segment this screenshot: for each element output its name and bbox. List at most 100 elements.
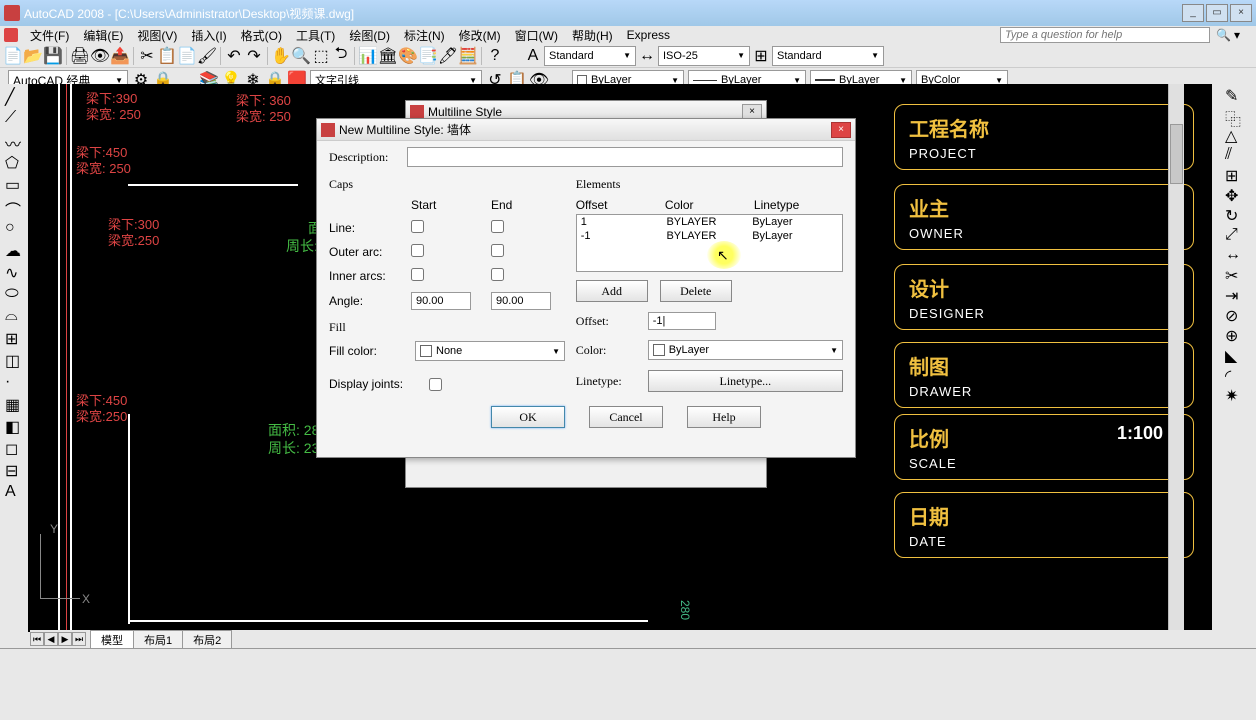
print-icon[interactable]: 🖨 xyxy=(71,47,89,65)
rotate-icon[interactable]: ↻ xyxy=(1225,206,1243,224)
tab-scroll-next[interactable]: ▶ xyxy=(58,632,72,646)
help-dropdown-icon[interactable]: ▾ xyxy=(1234,28,1248,42)
caps-line-end-checkbox[interactable] xyxy=(491,220,504,233)
menu-tools[interactable]: 工具(T) xyxy=(290,27,341,44)
redo-icon[interactable]: ↷ xyxy=(245,47,263,65)
erase-icon[interactable]: ✎ xyxy=(1225,86,1243,104)
zoom-previous-icon[interactable]: ⮌ xyxy=(332,47,350,65)
array-icon[interactable]: ⊞ xyxy=(1225,166,1243,184)
properties-icon[interactable]: 📊 xyxy=(359,47,377,65)
app-menu-icon[interactable] xyxy=(4,28,18,42)
menu-insert[interactable]: 插入(I) xyxy=(185,27,232,44)
textstyle-icon[interactable]: A xyxy=(524,47,542,65)
join-icon[interactable]: ⊕ xyxy=(1225,326,1243,344)
ok-button[interactable]: OK xyxy=(491,406,565,428)
scale-icon[interactable]: ⤢ xyxy=(1225,226,1243,244)
dim-style-combo[interactable]: ISO-25▼ xyxy=(658,46,750,66)
caps-angle-start-input[interactable] xyxy=(411,292,471,310)
xline-icon[interactable]: ⟋ xyxy=(5,109,23,127)
tab-layout1[interactable]: 布局1 xyxy=(133,630,183,649)
table-style-combo[interactable]: Standard▼ xyxy=(772,46,884,66)
elements-list[interactable]: 1 BYLAYER ByLayer -1 BYLAYER ByLayer xyxy=(576,214,843,272)
open-icon[interactable]: 📂 xyxy=(24,47,42,65)
menu-window[interactable]: 窗口(W) xyxy=(509,27,564,44)
caps-line-start-checkbox[interactable] xyxy=(411,220,424,233)
sheet-set-icon[interactable]: 📑 xyxy=(419,47,437,65)
ellipse-icon[interactable]: ⬭ xyxy=(5,285,23,303)
undo-icon[interactable]: ↶ xyxy=(225,47,243,65)
mtext-icon[interactable]: A xyxy=(5,483,23,501)
fillet-icon[interactable]: ◜ xyxy=(1225,366,1243,384)
calculator-icon[interactable]: 🧮 xyxy=(459,47,477,65)
zoom-window-icon[interactable]: ⬚ xyxy=(312,47,330,65)
tab-layout2[interactable]: 布局2 xyxy=(182,630,232,649)
new-icon[interactable]: 📄 xyxy=(4,47,22,65)
tab-model[interactable]: 模型 xyxy=(90,630,134,649)
restore-button[interactable]: ▭ xyxy=(1206,4,1228,22)
menu-edit[interactable]: 编辑(E) xyxy=(77,27,129,44)
tab-scroll-prev[interactable]: ◀ xyxy=(44,632,58,646)
revcloud-icon[interactable]: ☁ xyxy=(5,241,23,259)
tool-palette-icon[interactable]: 🎨 xyxy=(399,47,417,65)
plot-preview-icon[interactable]: 👁 xyxy=(91,47,109,65)
pan-icon[interactable]: ✋ xyxy=(272,47,290,65)
canvas-vscroll[interactable] xyxy=(1168,84,1184,632)
help-search-input[interactable] xyxy=(1000,27,1210,43)
copy-obj-icon[interactable]: ⿻ xyxy=(1225,106,1243,124)
move-icon[interactable]: ✥ xyxy=(1225,186,1243,204)
minimize-button[interactable]: _ xyxy=(1182,4,1204,22)
chamfer-icon[interactable]: ◣ xyxy=(1225,346,1243,364)
tablestyle-icon[interactable]: ⊞ xyxy=(752,47,770,65)
menu-draw[interactable]: 绘图(D) xyxy=(343,27,396,44)
help-button[interactable]: Help xyxy=(687,406,761,428)
cancel-button[interactable]: Cancel xyxy=(589,406,663,428)
menu-file[interactable]: 文件(F) xyxy=(24,27,75,44)
search-icon[interactable]: 🔍 xyxy=(1216,28,1230,42)
tab-scroll-first[interactable]: ⏮ xyxy=(30,632,44,646)
caps-innerarcs-end-checkbox[interactable] xyxy=(491,268,504,281)
caps-outerarc-start-checkbox[interactable] xyxy=(411,244,424,257)
table-icon[interactable]: ⊟ xyxy=(5,461,23,479)
offset-icon[interactable]: ⫽ xyxy=(1225,146,1243,164)
text-style-combo[interactable]: Standard▼ xyxy=(544,46,636,66)
break-icon[interactable]: ⊘ xyxy=(1225,306,1243,324)
description-input[interactable] xyxy=(407,147,843,167)
ellipse-arc-icon[interactable]: ⌓ xyxy=(5,307,23,325)
help-icon[interactable]: ? xyxy=(486,47,504,65)
match-prop-icon[interactable]: 🖌 xyxy=(198,47,216,65)
hatch-icon[interactable]: ▦ xyxy=(5,395,23,413)
menu-dimension[interactable]: 标注(N) xyxy=(398,27,451,44)
line-icon[interactable]: ╱ xyxy=(5,87,23,105)
caps-angle-end-input[interactable] xyxy=(491,292,551,310)
menu-format[interactable]: 格式(O) xyxy=(235,27,288,44)
trim-icon[interactable]: ✂ xyxy=(1225,266,1243,284)
rectangle-icon[interactable]: ▭ xyxy=(5,175,23,193)
fill-color-combo[interactable]: None ▼ xyxy=(415,341,565,361)
copy-icon[interactable]: 📋 xyxy=(158,47,176,65)
pline-icon[interactable]: 〰 xyxy=(5,131,23,149)
offset-input[interactable] xyxy=(648,312,716,330)
linetype-button[interactable]: Linetype... xyxy=(648,370,843,392)
mirror-icon[interactable]: △ xyxy=(1225,126,1243,144)
point-icon[interactable]: · xyxy=(5,373,23,391)
caps-innerarcs-start-checkbox[interactable] xyxy=(411,268,424,281)
elements-row-selected[interactable]: -1 BYLAYER ByLayer xyxy=(577,229,842,243)
region-icon[interactable]: ◻ xyxy=(5,439,23,457)
elements-delete-button[interactable]: Delete xyxy=(660,280,732,302)
design-center-icon[interactable]: 🏛 xyxy=(379,47,397,65)
make-block-icon[interactable]: ◫ xyxy=(5,351,23,369)
markup-icon[interactable]: 🖊 xyxy=(439,47,457,65)
dialog-titlebar[interactable]: New Multiline Style: 墙体 × xyxy=(317,119,855,141)
close-button[interactable]: × xyxy=(1230,4,1252,22)
cut-icon[interactable]: ✂ xyxy=(138,47,156,65)
element-color-combo[interactable]: ByLayer ▼ xyxy=(648,340,843,360)
stretch-icon[interactable]: ↔ xyxy=(1225,246,1243,264)
publish-icon[interactable]: 📤 xyxy=(111,47,129,65)
display-joints-checkbox[interactable] xyxy=(429,378,442,391)
elements-row[interactable]: 1 BYLAYER ByLayer xyxy=(577,215,842,229)
tab-scroll-last[interactable]: ⏭ xyxy=(72,632,86,646)
circle-icon[interactable]: ○ xyxy=(5,219,23,237)
dimstyle-icon[interactable]: ↔ xyxy=(638,47,656,65)
extend-icon[interactable]: ⇥ xyxy=(1225,286,1243,304)
zoom-realtime-icon[interactable]: 🔍 xyxy=(292,47,310,65)
